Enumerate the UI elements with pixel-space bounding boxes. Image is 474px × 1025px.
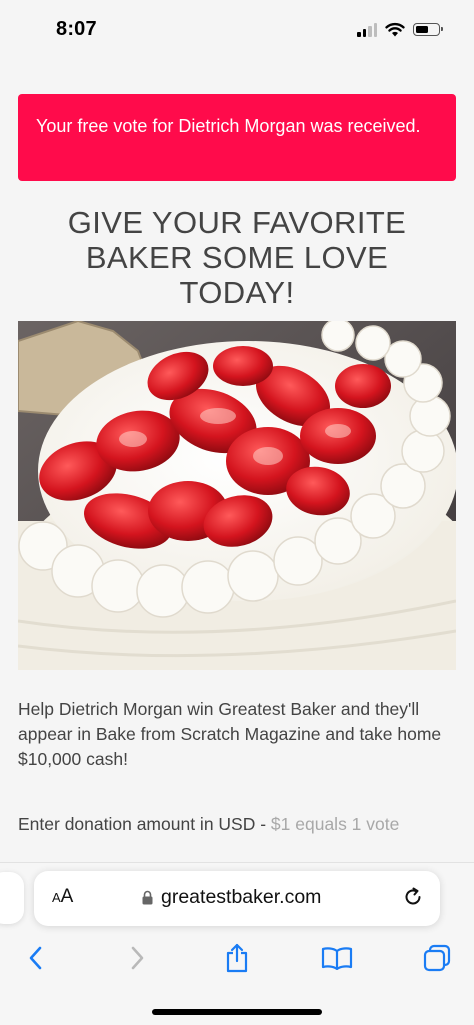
url-display[interactable]: greatestbaker.com [142, 886, 321, 909]
forward-icon[interactable] [118, 938, 158, 978]
page-title: GIVE YOUR FAVORITE BAKER SOME LOVE TODAY… [67, 205, 407, 310]
donation-label-text: Enter donation amount in USD - [18, 814, 271, 834]
home-indicator[interactable] [152, 1009, 322, 1015]
cake-photo [18, 321, 456, 670]
donation-hint: $1 equals 1 vote [270, 814, 400, 834]
back-icon[interactable] [15, 938, 55, 978]
battery-icon [413, 23, 443, 36]
vote-confirmation-alert: Your free vote for Dietrich Morgan was r… [18, 94, 456, 181]
browser-nav-bar [0, 938, 474, 978]
url-text: greatestbaker.com [161, 886, 322, 908]
bookmarks-icon[interactable] [317, 938, 357, 978]
reload-icon[interactable] [402, 886, 424, 913]
cellular-signal-icon [357, 22, 377, 37]
status-time: 8:07 [56, 18, 97, 40]
lock-icon [142, 890, 153, 905]
share-icon[interactable] [217, 938, 257, 978]
contest-description: Help Dietrich Morgan win Greatest Baker … [18, 699, 442, 769]
address-bar[interactable]: AA greatestbaker.com [34, 871, 440, 926]
donation-label: Enter donation amount in USD - $1 equals… [18, 811, 458, 837]
status-bar: 8:07 [0, 0, 474, 60]
wifi-icon [385, 22, 405, 37]
status-icons [357, 22, 443, 37]
previous-tab-preview[interactable] [0, 872, 24, 924]
text-size-button[interactable]: AA [52, 886, 73, 908]
tabs-icon[interactable] [417, 938, 457, 978]
